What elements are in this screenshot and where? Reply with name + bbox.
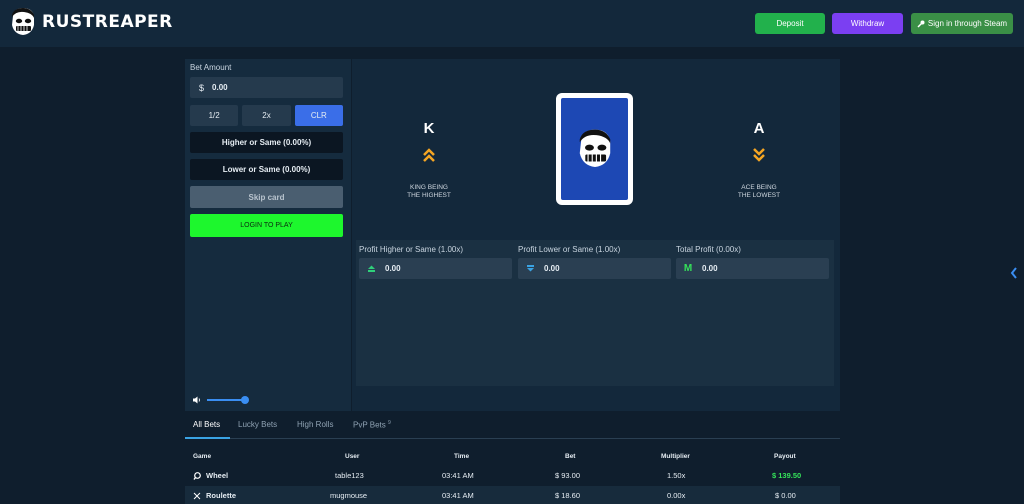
game-name: Wheel	[206, 471, 229, 480]
bets-table-header: Game User Time Bet Multiplier Payout	[185, 450, 840, 464]
profit-higher-value: 0.00	[385, 264, 401, 273]
game-panel: K KING BEING THE HIGHEST A ACE BEING THE…	[352, 59, 840, 411]
profit-lower-label: Profit Lower or Same (1.00x)	[518, 245, 621, 254]
currency-symbol: $	[199, 82, 205, 93]
bet-amount-label: Bet Amount	[190, 63, 232, 72]
tab-high-rolls[interactable]: High Rolls	[297, 420, 333, 429]
game-cell: Wheel	[193, 471, 228, 480]
table-row[interactable]: Roulette mugmouse 03:41 AM $ 18.60 0.00x…	[185, 486, 840, 504]
bet-panel: Bet Amount $ 0.00 1/2 2x CLR Higher or S…	[185, 59, 351, 411]
bet-amount-value: 0.00	[212, 83, 228, 92]
chevron-left-icon[interactable]	[1010, 267, 1018, 279]
wheel-icon	[193, 471, 201, 480]
high-caption-line-2: THE HIGHEST	[407, 192, 451, 199]
payout-cell: $ 0.00	[775, 491, 796, 500]
low-caption-line-1: ACE BEING	[741, 184, 777, 191]
column-user: User	[345, 453, 360, 460]
pvp-count-badge: 9	[388, 420, 391, 426]
steam-signin-button[interactable]: Sign in through Steam	[911, 13, 1013, 34]
total-profit-field: M 0.00	[676, 258, 829, 279]
multiplier-cell: 0.00x	[667, 491, 686, 500]
user-cell: table123	[335, 471, 364, 480]
low-caption: ACE BEING THE LOWEST	[719, 184, 799, 200]
top-header: RUSTREAPER Deposit Withdraw Sign in thro…	[0, 0, 1024, 47]
brand-name: RUSTREAPER	[42, 12, 173, 32]
high-caption-line-1: KING BEING	[410, 184, 448, 191]
low-caption-line-2: THE LOWEST	[737, 192, 781, 199]
column-time: Time	[454, 453, 470, 460]
arrow-down-blue-icon	[525, 264, 535, 274]
skull-card-icon	[579, 129, 610, 167]
table-row[interactable]: Wheel table123 03:41 AM $ 93.00 1.50x $ …	[185, 466, 840, 485]
higher-or-same-button[interactable]: Higher or Same (0.00%)	[190, 132, 343, 153]
steam-icon	[917, 20, 925, 28]
currency-m-icon: M	[683, 263, 693, 274]
deposit-button-label: Deposit	[776, 19, 804, 28]
withdraw-button-label: Withdraw	[850, 19, 885, 28]
column-multiplier: Multiplier	[661, 453, 690, 460]
high-caption: KING BEING THE HIGHEST	[389, 184, 469, 200]
chevron-up-icon	[423, 148, 435, 162]
total-profit-label: Total Profit (0.00x)	[676, 245, 741, 254]
column-bet: Bet	[565, 453, 576, 460]
high-card-letter: K	[423, 120, 435, 137]
deposit-button[interactable]: Deposit	[755, 13, 825, 34]
tab-all-bets[interactable]: All Bets	[193, 420, 220, 429]
bet-cell: $ 93.00	[555, 471, 581, 480]
half-bet-button[interactable]: 1/2	[190, 105, 239, 126]
payout-cell: $ 139.50	[772, 471, 802, 480]
volume-icon[interactable]	[192, 395, 202, 405]
double-bet-button[interactable]: 2x	[242, 105, 291, 126]
withdraw-button[interactable]: Withdraw	[832, 13, 903, 34]
card-back	[561, 98, 628, 200]
tab-pvp-label: PvP Bets	[353, 420, 386, 430]
steam-button-label: Sign in through Steam	[927, 19, 1008, 28]
column-game: Game	[193, 453, 212, 460]
game-name: Roulette	[206, 491, 236, 500]
time-cell: 03:41 AM	[442, 471, 474, 480]
profit-higher-label: Profit Higher or Same (1.00x)	[359, 245, 464, 254]
low-card-letter: A	[753, 120, 765, 137]
volume-slider-track[interactable]	[207, 399, 245, 401]
bet-modifier-row: 1/2 2x CLR	[190, 105, 343, 126]
arrow-up-green-icon	[366, 264, 376, 274]
skip-card-button[interactable]: Skip card	[190, 186, 343, 208]
brand-logo[interactable]: RUSTREAPER	[10, 7, 173, 37]
volume-slider-handle[interactable]	[241, 396, 249, 404]
tab-lucky-bets[interactable]: Lucky Bets	[238, 420, 277, 429]
profit-lower-value: 0.00	[544, 264, 560, 273]
current-card	[556, 93, 633, 205]
user-cell: mugmouse	[330, 491, 368, 500]
clear-bet-button[interactable]: CLR	[294, 105, 343, 126]
tab-pvp-bets[interactable]: PvP Bets 9	[353, 420, 391, 430]
bet-cell: $ 18.60	[555, 491, 581, 500]
bets-tabs: All Bets Lucky Bets High Rolls PvP Bets …	[185, 415, 840, 439]
column-payout: Payout	[774, 453, 796, 460]
time-cell: 03:41 AM	[442, 491, 474, 500]
roulette-x-icon	[193, 492, 201, 499]
game-cell: Roulette	[193, 491, 236, 500]
profit-higher-field: 0.00	[359, 258, 512, 279]
total-profit-value: 0.00	[702, 264, 718, 273]
skull-logo-icon	[12, 8, 34, 35]
profit-lower-field: 0.00	[518, 258, 671, 279]
lower-or-same-button[interactable]: Lower or Same (0.00%)	[190, 159, 343, 180]
active-tab-indicator	[185, 437, 230, 439]
chevron-down-icon	[753, 148, 765, 162]
bet-amount-input[interactable]: $ 0.00	[190, 77, 343, 98]
login-to-play-button[interactable]: LOGIN TO PLAY	[190, 214, 343, 237]
multiplier-cell: 1.50x	[667, 471, 686, 480]
